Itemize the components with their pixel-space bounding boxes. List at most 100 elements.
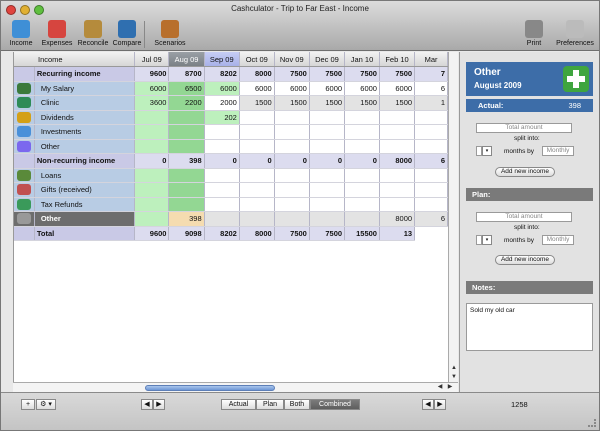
table-cell[interactable]: 1500 [239, 95, 275, 111]
toolbar-compare-button[interactable]: Compare [110, 20, 144, 47]
table-cell[interactable] [204, 182, 240, 198]
scroll-left-icon[interactable]: ◀ [435, 383, 445, 392]
table-cell[interactable]: 6000 [309, 81, 346, 96]
table-cell[interactable]: 6000 [379, 81, 416, 96]
table-cell[interactable]: 0 [274, 153, 310, 169]
table-cell[interactable]: 15500 [344, 226, 380, 241]
table-cell[interactable] [274, 182, 310, 198]
table-cell[interactable] [134, 211, 170, 227]
table-cell[interactable] [344, 211, 380, 227]
row-label[interactable]: Gifts (received) [34, 182, 136, 198]
table-cell[interactable] [168, 139, 205, 154]
table-cell[interactable] [204, 211, 240, 227]
column-header-month[interactable]: Jul 09 [134, 52, 170, 67]
actual-months-input[interactable] [476, 146, 482, 156]
row-label[interactable]: Clinic [34, 95, 136, 111]
table-cell[interactable]: 0 [204, 153, 240, 169]
actual-total-input[interactable]: Total amount [476, 123, 572, 133]
table-cell[interactable] [309, 211, 346, 227]
column-header-month[interactable]: Nov 09 [274, 52, 310, 67]
view-actual-button[interactable]: Actual [221, 399, 256, 410]
table-cell[interactable] [414, 124, 448, 140]
toolbar-preferences-button[interactable]: Preferences [554, 20, 596, 47]
table-cell[interactable]: 8000 [239, 66, 275, 82]
table-cell[interactable]: 8202 [204, 226, 240, 241]
table-cell[interactable]: 1 [414, 95, 448, 111]
table-cell[interactable]: 6000 [204, 81, 240, 96]
table-cell[interactable] [379, 168, 416, 183]
table-cell[interactable]: 7500 [274, 66, 310, 82]
table-cell[interactable] [134, 182, 170, 198]
row-label[interactable]: Non-recurring income [34, 153, 136, 169]
row-label[interactable]: Other [34, 211, 136, 227]
table-cell[interactable] [414, 182, 448, 198]
table-cell[interactable] [309, 182, 346, 198]
table-row[interactable]: Investments [14, 124, 448, 140]
table-cell[interactable] [274, 211, 310, 227]
table-cell[interactable]: 1500 [379, 95, 416, 111]
toolbar-scenarios-button[interactable]: Scenarios [153, 20, 187, 47]
table-cell[interactable] [344, 182, 380, 198]
plan-months-input[interactable] [476, 235, 482, 245]
table-cell[interactable] [309, 168, 346, 183]
table-cell[interactable]: 7 [414, 66, 448, 82]
table-cell[interactable]: 8000 [379, 153, 416, 169]
table-cell[interactable]: 13 [379, 226, 416, 241]
table-row[interactable]: Recurring income 9600 8700 8202 8000 7500 7500… [14, 66, 448, 82]
table-row[interactable]: Tax Refunds [14, 197, 448, 212]
table-row[interactable]: My Salary 6000 6500 6000 6000 6000 6000 6000 600… [14, 81, 448, 96]
actual-months-stepper[interactable]: ▾ [482, 146, 492, 156]
table-row[interactable]: Total 9600 9098 8202 8000 7500 7500 15500 13 [14, 226, 448, 241]
scroll-right-icon[interactable]: ▶ [445, 383, 455, 392]
table-cell[interactable]: 7500 [344, 66, 380, 82]
table-cell[interactable] [274, 168, 310, 183]
table-cell[interactable] [168, 110, 205, 125]
table-cell[interactable]: 9600 [134, 66, 170, 82]
plan-add-income-button[interactable]: Add new income [495, 255, 555, 265]
toolbar-reconcile-button[interactable]: Reconcile [76, 20, 110, 47]
horizontal-scrollbar[interactable]: ◀ ▶ [13, 382, 458, 392]
table-row[interactable]: Loans [14, 168, 448, 183]
table-cell[interactable] [344, 197, 380, 212]
row-label[interactable]: Investments [34, 124, 136, 140]
table-cell[interactable] [239, 168, 275, 183]
table-cell[interactable] [344, 168, 380, 183]
table-cell[interactable] [274, 139, 310, 154]
table-cell[interactable] [134, 197, 170, 212]
table-cell[interactable] [239, 211, 275, 227]
plus-icon[interactable] [563, 66, 589, 92]
scroll-down-icon[interactable]: ▼ [449, 373, 459, 382]
vertical-scrollbar[interactable]: ▲ ▼ [448, 52, 458, 382]
plan-frequency-select[interactable]: Monthly [542, 235, 574, 245]
table-cell[interactable]: 0 [239, 153, 275, 169]
next-button[interactable]: ▶ [153, 399, 165, 410]
table-cell[interactable]: 1500 [309, 95, 346, 111]
table-cell[interactable] [309, 139, 346, 154]
table-cell[interactable] [379, 197, 416, 212]
table-cell[interactable] [414, 139, 448, 154]
row-label[interactable]: Tax Refunds [34, 197, 136, 212]
table-cell[interactable]: 9098 [168, 226, 205, 241]
table-cell[interactable]: 202 [204, 110, 240, 125]
table-cell[interactable]: 6000 [344, 81, 380, 96]
table-cell[interactable] [414, 197, 448, 212]
table-row[interactable]: Clinic 3600 2200 2000 1500 1500 1500 1500 1500 1 [14, 95, 448, 111]
table-cell[interactable]: 2200 [168, 95, 205, 111]
table-cell[interactable] [204, 139, 240, 154]
resize-grip-icon[interactable] [588, 419, 596, 427]
table-cell[interactable] [379, 139, 416, 154]
column-header-month[interactable]: Dec 09 [309, 52, 346, 67]
table-cell[interactable]: 8202 [204, 66, 240, 82]
table-cell[interactable] [414, 110, 448, 125]
table-cell[interactable]: 8700 [168, 66, 205, 82]
toolbar-income-button[interactable]: Income [4, 20, 38, 47]
table-cell[interactable]: 6500 [168, 81, 205, 96]
column-header-month[interactable]: Oct 09 [239, 52, 275, 67]
table-cell[interactable]: 0 [344, 153, 380, 169]
table-cell[interactable] [168, 182, 205, 198]
plan-months-stepper[interactable]: ▾ [482, 235, 492, 245]
table-cell[interactable]: 6000 [134, 81, 170, 96]
table-cell[interactable]: 6 [414, 153, 448, 169]
table-cell[interactable]: 6 [414, 81, 448, 96]
table-cell[interactable]: 9600 [134, 226, 170, 241]
